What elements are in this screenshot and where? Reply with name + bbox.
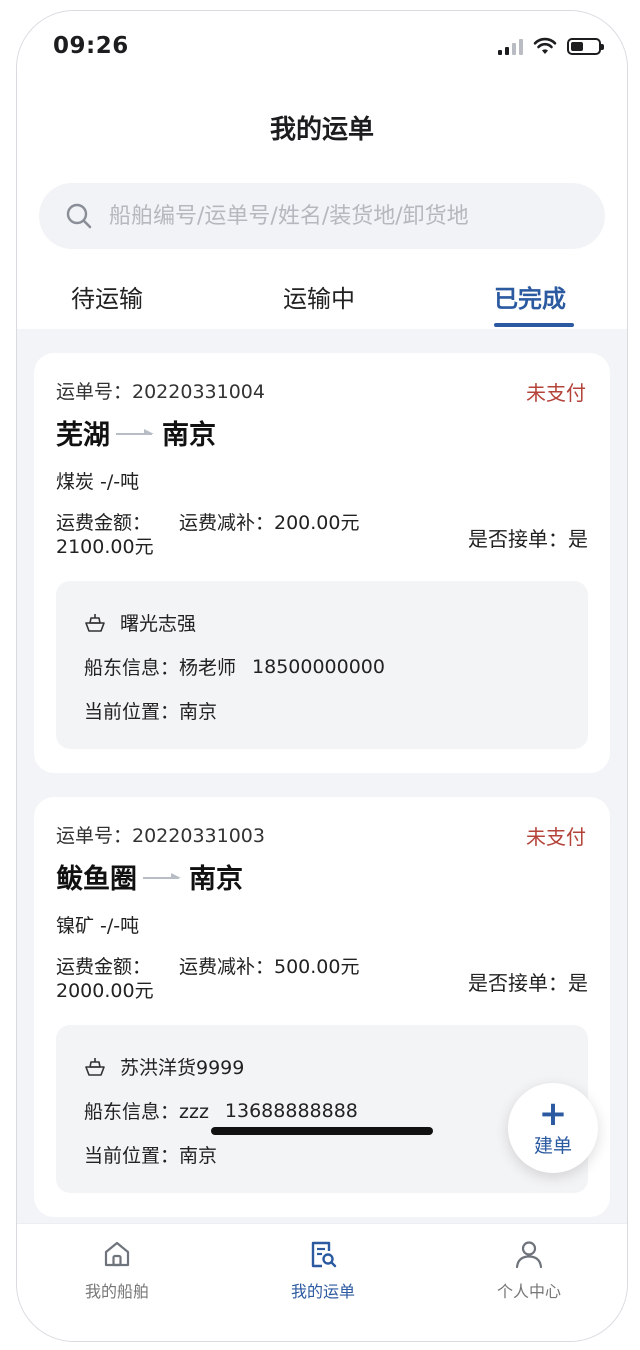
ship-owner-info: 船东信息：杨老师 — [84, 657, 237, 679]
status-tabs: 待运输 运输中 已完成 — [17, 279, 627, 329]
ship-owner-phone[interactable]: 18500000000 — [252, 656, 385, 678]
cargo-info: 煤炭 -/-吨 — [56, 471, 140, 493]
order-number: 运单号：20220331003 — [56, 825, 265, 847]
ship-name: 曙光志强 — [120, 613, 197, 635]
active-tab-indicator — [494, 323, 574, 327]
ship-owner-row: 船东信息：杨老师 18500000000 — [84, 653, 385, 680]
waybill-search-icon — [311, 1241, 337, 1268]
status-time: 09:26 — [53, 33, 129, 59]
ship-name-row: 苏洪洋货9999 — [84, 1053, 244, 1080]
wifi-icon — [533, 37, 557, 54]
current-location: 当前位置：南京 — [84, 701, 218, 723]
battery-icon — [567, 38, 604, 55]
ship-info-box: 苏洪洋货9999 船东信息：zzz 13688888888 当前位置：南京 — [56, 1025, 588, 1193]
route: 芜湖 南京 — [56, 413, 216, 452]
tab-completed[interactable]: 已完成 — [494, 279, 566, 314]
payment-status-badge: 未支付 — [526, 381, 586, 405]
route-destination: 南京 — [189, 864, 243, 895]
search-input[interactable] — [109, 203, 589, 229]
user-icon — [515, 1241, 543, 1269]
nav-label: 个人中心 — [496, 1282, 561, 1301]
route-arrow-icon — [116, 428, 154, 435]
phone-frame: 09:26 我的运单 待运输 运输中 已完成 — [16, 10, 628, 1342]
order-number: 运单号：20220331004 — [56, 381, 265, 403]
status-icons — [498, 37, 604, 55]
route: 鲅鱼圈 南京 — [56, 857, 243, 896]
ship-name: 苏洪洋货9999 — [120, 1057, 245, 1079]
nav-label: 我的船舶 — [84, 1282, 149, 1301]
tab-in-transit[interactable]: 运输中 — [283, 279, 355, 314]
ship-owner-info: 船东信息：zzz — [84, 1101, 209, 1123]
ship-owner-phone[interactable]: 13688888888 — [225, 1100, 358, 1122]
home-icon — [104, 1241, 130, 1267]
ship-info-box: 曙光志强 船东信息：杨老师 18500000000 当前位置：南京 — [56, 581, 588, 749]
nav-profile[interactable]: 个人中心 — [459, 1238, 599, 1302]
create-order-label: 建单 — [533, 1134, 572, 1157]
bottom-nav: 我的船舶 我的运单 个人中心 — [17, 1223, 627, 1341]
payment-status-badge: 未支付 — [526, 825, 586, 849]
battery-level — [571, 42, 583, 51]
tab-pending[interactable]: 待运输 — [71, 279, 143, 314]
accept-status: 是否接单：是 — [468, 527, 588, 551]
route-origin: 鲅鱼圈 — [56, 864, 137, 895]
route-destination: 南京 — [162, 420, 216, 451]
create-order-button[interactable]: + 建单 — [508, 1083, 598, 1173]
freight-subsidy: 运费减补：500.00元 — [179, 956, 360, 978]
nav-my-waybills[interactable]: 我的运单 — [253, 1238, 393, 1302]
freight-amount: 运费金额：2000.00元 — [56, 956, 154, 1002]
route-arrow-icon — [143, 872, 181, 879]
cargo-info: 镍矿 -/-吨 — [56, 915, 140, 937]
freight-amount: 运费金额：2100.00元 — [56, 512, 154, 558]
freight-subsidy: 运费减补：200.00元 — [179, 512, 360, 534]
ship-owner-row: 船东信息：zzz 13688888888 — [84, 1097, 358, 1124]
cellular-signal-icon — [498, 39, 523, 55]
current-location: 当前位置：南京 — [84, 1145, 218, 1167]
home-indicator — [211, 1127, 433, 1135]
ship-icon — [85, 1057, 105, 1076]
nav-my-ships[interactable]: 我的船舶 — [47, 1238, 187, 1302]
accept-status: 是否接单：是 — [468, 971, 588, 995]
waybill-card[interactable]: 运单号：20220331004 未支付 芜湖 南京 煤炭 -/-吨 运费金额：2… — [34, 353, 610, 773]
status-bar: 09:26 — [17, 11, 627, 83]
route-origin: 芜湖 — [56, 420, 110, 451]
page-title: 我的运单 — [269, 115, 374, 145]
plus-icon: + — [538, 1093, 568, 1134]
search-icon — [66, 203, 92, 229]
ship-name-row: 曙光志强 — [84, 609, 196, 636]
ship-icon — [85, 613, 105, 632]
nav-label: 我的运单 — [290, 1282, 355, 1301]
search-bar[interactable] — [39, 183, 605, 249]
